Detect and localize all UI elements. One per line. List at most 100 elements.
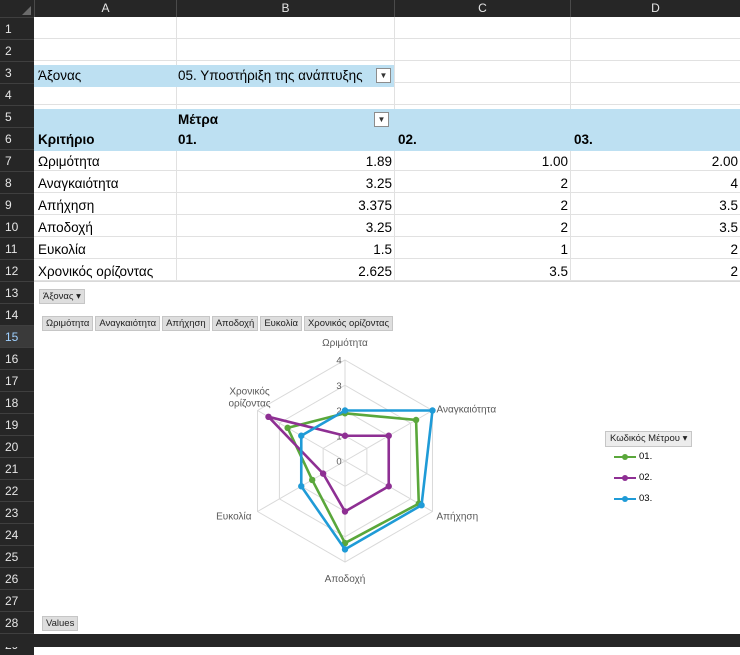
radar-point [319,470,327,477]
radar-point [308,476,316,484]
pivot-row-label: Αναγκαιότητα [38,176,119,191]
values-button[interactable]: Values [42,616,79,631]
legend-item[interactable]: 03. [614,493,652,504]
radar-point [298,483,305,490]
pivot-value-cell: 1 [560,242,568,257]
row-header-28[interactable]: 28 [0,611,34,633]
pivot-row-field: Κριτήριο [38,132,95,147]
row-header-16[interactable]: 16 [0,347,34,369]
row-header-2[interactable]: 2 [0,39,34,61]
pivot-value-cell: 2.00 [711,154,738,169]
chevron-down-icon: ▼ [377,115,386,124]
radar-tick-label: 4 [336,356,341,367]
radar-point [341,407,349,414]
row-header-strip-bottom [0,634,740,647]
row-header-10[interactable]: 10 [0,215,34,237]
pivot-value-cell: 1.00 [541,154,568,169]
row-header-19[interactable]: 19 [0,413,34,435]
filter-value[interactable]: 05. Υποστήριξη της ανάπτυξης [178,65,374,87]
pivot-value-cell: 3.5 [549,264,568,279]
pivot-chart[interactable]: Άξονας ▾ Ωριμότητα Αναγκαιότητα Απήχηση … [34,281,740,636]
row-gridline [34,104,740,105]
legend-label: 01. [639,451,653,462]
pivot-value-cell: 3.5 [719,198,738,213]
filter-label: Άξονας [38,68,82,83]
row-header-21[interactable]: 21 [0,457,34,479]
pivot-value-cell: 3.375 [358,198,392,213]
column-header-c[interactable]: C [394,0,570,17]
pivot-row-label: Απήχηση [38,198,95,213]
pivot-value-cell: 2.625 [358,264,392,279]
column-header-a[interactable]: A [34,0,176,17]
pivot-value-cell: 3.25 [365,220,392,235]
pivot-column-field: Μέτρα [178,112,219,127]
row-header-3[interactable]: 3 [0,61,34,83]
pivot-col-item-01: 01. [178,132,197,147]
radar-point [341,432,349,439]
row-header-27[interactable]: 27 [0,589,34,611]
radar-point [385,432,392,439]
row-header-17[interactable]: 17 [0,369,34,391]
row-header-24[interactable]: 24 [0,523,34,545]
row-header-8[interactable]: 8 [0,171,34,193]
row-header-20[interactable]: 20 [0,435,34,457]
row-header-13[interactable]: 13 [0,281,34,303]
filter-dropdown-button[interactable]: ▼ [376,68,391,83]
radar-point [429,407,436,414]
legend-marker-icon [614,474,636,481]
pivot-row-label: Αποδοχή [38,220,93,235]
legend-label: 02. [639,472,653,483]
row-header-26[interactable]: 26 [0,567,34,589]
radar-point [412,416,420,424]
row-header-11[interactable]: 11 [0,237,34,259]
pivot-col-item-03: 03. [574,132,593,147]
row-header-12[interactable]: 12 [0,259,34,281]
row-header-4[interactable]: 4 [0,83,34,105]
radar-point [341,546,349,553]
row-header-1[interactable]: 1 [0,17,34,39]
radar-series-line [299,409,434,551]
row-header-25[interactable]: 25 [0,545,34,567]
radar-category-label: ορίζοντας [228,398,270,410]
radar-category-label: Αναγκαιότητα [436,404,496,416]
pivot-row-label: Χρονικός ορίζοντας [38,264,154,279]
legend-field-button[interactable]: Κωδικός Μέτρου ▾ [605,431,693,447]
radar-tick-label: 3 [336,381,341,392]
pivot-value-cell: 2 [560,220,568,235]
row-header-9[interactable]: 9 [0,193,34,215]
legend-item[interactable]: 02. [614,472,652,483]
row-header-15[interactable]: 15 [0,325,34,347]
pivot-value-cell: 2 [730,242,738,257]
radar-grid [257,359,433,563]
filter-funnel-icon: ▼ [379,71,388,80]
radar-tick-label: 0 [336,457,341,468]
radar-category-label: Ευκολία [216,511,252,523]
legend-marker-icon [614,495,636,502]
radar-point [418,501,425,509]
pivot-value-cell: 2 [560,176,568,191]
row-header-18[interactable]: 18 [0,391,34,413]
pivot-col-item-02: 02. [398,132,417,147]
row-header-22[interactable]: 22 [0,479,34,501]
column-field-dropdown-button[interactable]: ▼ [374,112,389,127]
row-header-14[interactable]: 14 [0,303,34,325]
pivot-value-cell: 3.25 [365,176,392,191]
row-header-6[interactable]: 6 [0,127,34,149]
radar-point [341,508,349,515]
select-all-triangle-icon [22,6,31,15]
pivot-value-cell: 1.89 [365,154,392,169]
legend-field-label: Κωδικός Μέτρου [610,433,680,444]
row-header-23[interactable]: 23 [0,501,34,523]
pivot-value-cell: 2 [730,264,738,279]
column-header-b[interactable]: B [176,0,394,17]
pivot-value-cell: 1.5 [373,242,392,257]
legend-item[interactable]: 01. [614,451,652,462]
row-header-5[interactable]: 5 [0,105,34,127]
pivot-row-label: Ωριμότητα [38,154,100,169]
row-header-7[interactable]: 7 [0,149,34,171]
row-gridline [34,60,740,61]
radar-category-label: Απήχηση [436,511,478,523]
select-all-corner[interactable] [0,0,34,17]
radar-category-label: Αποδοχή [325,573,366,585]
column-header-d[interactable]: D [570,0,740,17]
